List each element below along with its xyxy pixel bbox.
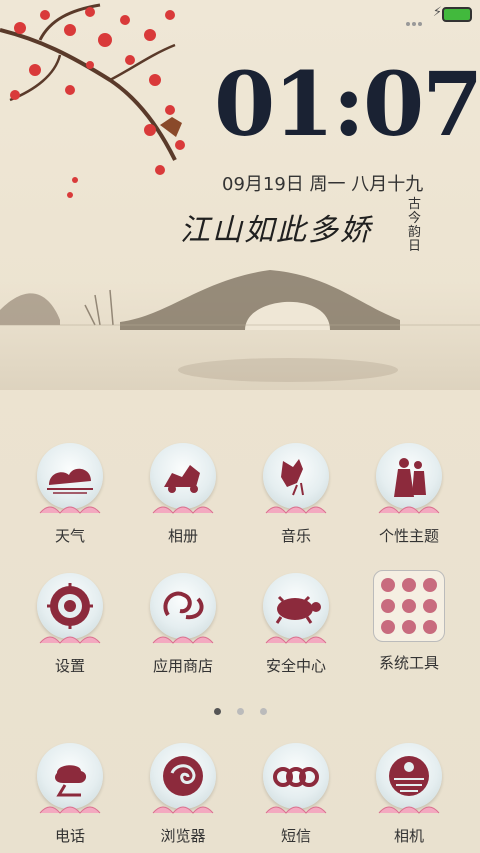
app-system-tools[interactable]: 系统工具 — [354, 570, 464, 673]
app-label: 天气 — [54, 527, 85, 545]
app-label: 设置 — [54, 657, 85, 675]
app-label: 个性主题 — [378, 527, 439, 545]
lotus-decoration — [39, 806, 101, 814]
landscape-bridge — [0, 270, 480, 390]
lotus-decoration — [378, 506, 440, 514]
dock-browser[interactable]: 浏览器 — [128, 743, 238, 846]
app-label: 电话 — [54, 827, 85, 845]
lotus-decoration — [265, 636, 327, 644]
charging-icon: ⚡ — [432, 5, 442, 20]
app-security[interactable]: 安全中心 — [241, 573, 351, 676]
plum-blossom-branch — [0, 3, 185, 198]
dock-messages[interactable]: 短信 — [241, 743, 351, 846]
app-label: 相机 — [393, 827, 424, 845]
page-indicator[interactable] — [0, 700, 480, 719]
page-dot[interactable] — [259, 708, 267, 715]
dock-camera[interactable]: 相机 — [354, 743, 464, 846]
app-label: 音乐 — [280, 527, 311, 545]
signal-icon — [406, 11, 428, 26]
app-label: 短信 — [280, 827, 311, 845]
lotus-decoration — [152, 636, 214, 644]
app-gallery[interactable]: 相册 — [128, 443, 238, 546]
battery-icon — [442, 7, 472, 22]
app-label: 安全中心 — [265, 657, 326, 675]
clock-time[interactable]: 01:07 — [214, 60, 480, 148]
app-music[interactable]: 音乐 — [241, 443, 351, 546]
app-label: 相册 — [167, 527, 198, 545]
lotus-decoration — [39, 636, 101, 644]
lotus-decoration — [152, 806, 214, 814]
lotus-decoration — [39, 506, 101, 514]
page-dot[interactable] — [236, 708, 244, 715]
app-label: 系统工具 — [378, 654, 439, 672]
page-dot[interactable] — [213, 708, 221, 715]
app-weather[interactable]: 天气 — [15, 443, 125, 546]
app-theme[interactable]: 个性主题 — [354, 443, 464, 546]
lotus-decoration — [265, 806, 327, 814]
poem-seal: 古今韵日 — [408, 197, 422, 254]
app-label: 应用商店 — [152, 657, 213, 675]
app-settings[interactable]: 设置 — [15, 573, 125, 676]
app-label: 浏览器 — [160, 827, 206, 845]
lotus-decoration — [265, 506, 327, 514]
clock-date: 09月19日 周一 八月十九 — [222, 174, 424, 195]
system-tools-folder-icon — [373, 570, 445, 642]
lotus-decoration — [152, 506, 214, 514]
app-app-store[interactable]: 应用商店 — [128, 573, 238, 676]
dock-phone[interactable]: 电话 — [15, 743, 125, 846]
lotus-decoration — [378, 806, 440, 814]
